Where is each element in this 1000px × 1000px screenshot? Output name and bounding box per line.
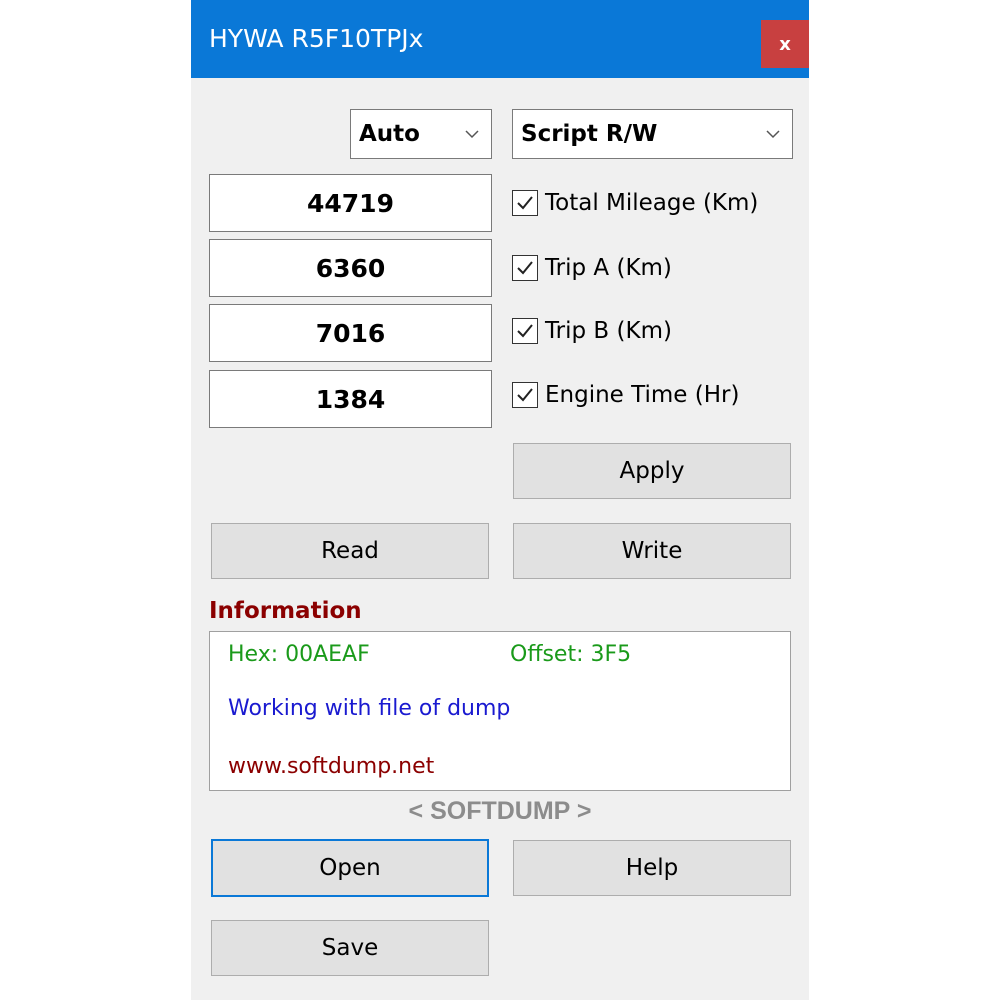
information-panel: Hex: 00AEAF Offset: 3F5 Working with fil… xyxy=(209,631,791,791)
trip-a-checkbox[interactable] xyxy=(512,255,538,281)
total-mileage-checkbox-row[interactable]: Total Mileage (Km) xyxy=(512,187,758,219)
read-button[interactable]: Read xyxy=(211,523,489,579)
checkmark-icon xyxy=(517,324,533,338)
trip-b-input[interactable]: 7016 xyxy=(209,304,492,362)
trip-a-label: Trip A (Km) xyxy=(545,255,672,281)
total-mileage-label: Total Mileage (Km) xyxy=(545,190,759,216)
app-window: HYWA R5F10TPJx x Auto Script R/W 44719 6… xyxy=(191,0,809,1000)
trip-a-checkbox-row[interactable]: Trip A (Km) xyxy=(512,252,672,284)
apply-button[interactable]: Apply xyxy=(513,443,791,499)
save-button[interactable]: Save xyxy=(211,920,489,976)
open-button[interactable]: Open xyxy=(211,839,489,897)
offset-readout: Offset: 3F5 xyxy=(510,642,632,667)
help-button[interactable]: Help xyxy=(513,840,791,896)
brand-label: < SOFTDUMP > xyxy=(408,797,592,825)
information-heading: Information xyxy=(209,598,362,624)
hex-readout: Hex: 00AEAF xyxy=(228,642,370,667)
script-select[interactable]: Script R/W xyxy=(512,109,793,159)
window-title: HYWA R5F10TPJx xyxy=(209,24,424,53)
checkmark-icon xyxy=(517,196,533,210)
total-mileage-input[interactable]: 44719 xyxy=(209,174,492,232)
engine-time-input[interactable]: 1384 xyxy=(209,370,492,428)
chevron-down-icon xyxy=(766,130,780,139)
write-button[interactable]: Write xyxy=(513,523,791,579)
close-button[interactable]: x xyxy=(761,20,809,68)
mode-select[interactable]: Auto xyxy=(350,109,492,159)
trip-b-label: Trip B (Km) xyxy=(545,318,672,344)
status-message: Working with file of dump xyxy=(228,696,511,721)
engine-time-label: Engine Time (Hr) xyxy=(545,382,740,408)
trip-b-checkbox-row[interactable]: Trip B (Km) xyxy=(512,315,672,347)
title-bar[interactable]: HYWA R5F10TPJx x xyxy=(191,0,809,78)
chevron-down-icon xyxy=(465,130,479,139)
engine-time-checkbox-row[interactable]: Engine Time (Hr) xyxy=(512,379,739,411)
mode-select-value: Auto xyxy=(359,121,420,147)
checkmark-icon xyxy=(517,261,533,275)
engine-time-checkbox[interactable] xyxy=(512,382,538,408)
checkmark-icon xyxy=(517,388,533,402)
script-select-value: Script R/W xyxy=(521,121,658,147)
website-link: www.softdump.net xyxy=(228,754,435,779)
trip-b-checkbox[interactable] xyxy=(512,318,538,344)
total-mileage-checkbox[interactable] xyxy=(512,190,538,216)
trip-a-input[interactable]: 6360 xyxy=(209,239,492,297)
